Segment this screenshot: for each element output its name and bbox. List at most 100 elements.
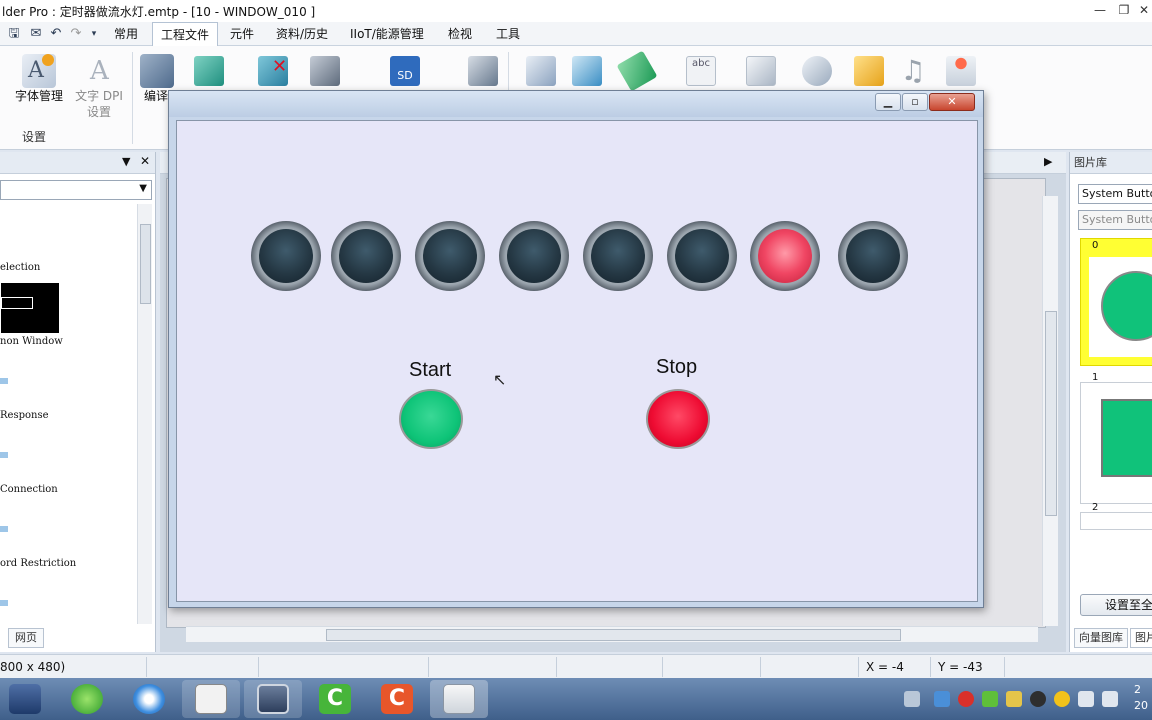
indicator-lamp [415, 221, 485, 291]
email-icon[interactable] [802, 56, 832, 86]
redo-icon[interactable]: ↷ [68, 26, 84, 42]
screen-refresh-icon[interactable] [468, 56, 498, 86]
flag-icon[interactable] [1006, 691, 1022, 707]
simulation-screen: Start Stop ↖ [176, 120, 978, 602]
start-label: Start [409, 359, 452, 381]
tab-scroll-right-icon[interactable]: ▶ [1044, 155, 1052, 168]
apply-to-all-button[interactable]: 设置至全 [1080, 594, 1152, 616]
list-item-icon [0, 378, 8, 384]
mail-icon[interactable]: ✉ [28, 26, 44, 42]
tag-icon[interactable] [616, 50, 658, 92]
music-icon[interactable]: ♫ [898, 56, 928, 86]
list-item[interactable]: election [0, 262, 40, 273]
tab-picture-library[interactable]: 图片 [1130, 628, 1152, 648]
list-item-icon [0, 526, 8, 532]
window-thumbnail[interactable] [0, 282, 60, 334]
offline-simulation-icon[interactable]: ✕ [258, 56, 288, 86]
menu-item[interactable]: 元件 [222, 22, 262, 46]
start-button[interactable] [399, 389, 463, 449]
sd-card-icon[interactable]: SD [390, 56, 420, 86]
taskbar-app-camtasia-orange[interactable]: C [368, 680, 426, 718]
popup-minimize-button[interactable]: ▁ [875, 93, 901, 111]
save-icon[interactable]: 🖫 [6, 26, 22, 42]
popup-close-button[interactable]: ✕ [929, 93, 975, 111]
network-icon[interactable] [934, 691, 950, 707]
library-sub-combo[interactable]: System Button [1078, 210, 1152, 230]
object-type-combo[interactable]: ▼ [0, 180, 152, 200]
tab-web[interactable]: 网页 [8, 628, 44, 648]
menu-item[interactable]: IIoT/能源管理 [342, 22, 432, 46]
lamp-core [675, 229, 729, 283]
list-item[interactable]: ord Restriction [0, 558, 76, 569]
horizontal-scroll-thumb[interactable] [326, 629, 901, 641]
horizontal-scrollbar[interactable] [186, 626, 1038, 642]
library-item-1[interactable] [1080, 382, 1152, 504]
close-button[interactable]: ✕ [1130, 0, 1152, 20]
tab-vector-library[interactable]: 向量图库 [1074, 628, 1128, 648]
taskbar-app-camtasia-green[interactable]: C [306, 680, 364, 718]
undo-icon[interactable]: ↶ [48, 26, 64, 42]
clock[interactable]: 2 20 [1134, 682, 1148, 714]
menu-item[interactable]: 资料/历史 [268, 22, 336, 46]
indicator-lamp [838, 221, 908, 291]
check-icon[interactable] [982, 691, 998, 707]
lamp-core [339, 229, 393, 283]
taskbar-app-refresh[interactable] [58, 680, 116, 718]
indicator-lamp [331, 221, 401, 291]
keyboard-icon[interactable] [904, 691, 920, 707]
menu-item[interactable]: 检视 [440, 22, 480, 46]
library-item-number: 1 [1092, 372, 1099, 383]
list-item[interactable]: Response [0, 410, 49, 421]
panel-dropdown-icon[interactable]: ▼ [122, 155, 130, 168]
lab-flask-icon[interactable] [946, 56, 976, 86]
library-combo[interactable]: System Button [1078, 184, 1152, 204]
library-item-2[interactable] [1080, 512, 1152, 530]
green-circle-shape [1101, 271, 1152, 341]
menu-item[interactable]: 工具 [488, 22, 528, 46]
status-separator [858, 657, 859, 677]
popup-restore-button[interactable]: ▫ [902, 93, 928, 111]
green-square-shape [1101, 399, 1152, 477]
text-dpi-icon: A [90, 56, 109, 86]
simulation-window-titlebar[interactable]: ▁ ▫ ✕ [169, 91, 983, 117]
signal-icon[interactable] [1078, 691, 1094, 707]
document-icon[interactable] [746, 56, 776, 86]
panel-close-icon[interactable]: ✕ [140, 154, 150, 168]
smiley-icon[interactable] [1054, 691, 1070, 707]
picture-manager-icon[interactable] [526, 56, 556, 86]
taskbar-app-editor[interactable] [430, 680, 488, 718]
stop-button[interactable] [646, 389, 710, 449]
taskbar-app-ladder[interactable] [182, 680, 240, 718]
window-title: lder Pro : 定时器做流水灯.emtp - [10 - WINDOW_0… [2, 5, 316, 19]
folder-star-icon[interactable] [854, 56, 884, 86]
left-panel-scroll-thumb[interactable] [140, 224, 151, 304]
stop-label: Stop [656, 356, 698, 378]
left-panel-scrollbar[interactable] [137, 204, 152, 624]
vertical-scrollbar[interactable] [1042, 196, 1058, 626]
taskbar-save-app[interactable] [0, 680, 50, 718]
vertical-scroll-thumb[interactable] [1045, 311, 1057, 516]
menu-item[interactable]: 工程文件 [152, 22, 219, 46]
run-simulation-icon[interactable] [194, 56, 224, 86]
blue-circle-icon [133, 684, 165, 714]
list-item[interactable]: Connection [0, 484, 58, 495]
status-separator [146, 657, 147, 677]
text-dpi-label-2: 设置 [86, 105, 111, 119]
library-item-0[interactable] [1080, 238, 1152, 366]
taskbar-app-blue[interactable] [120, 680, 178, 718]
customize-dropdown-icon[interactable]: ▾ [86, 26, 102, 42]
security-icon[interactable] [958, 691, 974, 707]
editor-window-icon [443, 684, 475, 714]
left-panel-header: ▼ ✕ [0, 152, 155, 174]
image-icon[interactable] [572, 56, 602, 86]
download-icon[interactable] [310, 56, 340, 86]
text-table-icon[interactable]: abc [686, 56, 716, 86]
taskbar-app-hmi[interactable] [244, 680, 302, 718]
bluetooth-icon[interactable] [1030, 691, 1046, 707]
cursor-x-readout: X = -4 [866, 660, 904, 674]
menu-item[interactable]: 常用 [106, 22, 146, 46]
list-item[interactable]: non Window [0, 336, 63, 347]
lamp-core [591, 229, 645, 283]
volume-icon[interactable] [1102, 691, 1118, 707]
status-separator [1004, 657, 1005, 677]
